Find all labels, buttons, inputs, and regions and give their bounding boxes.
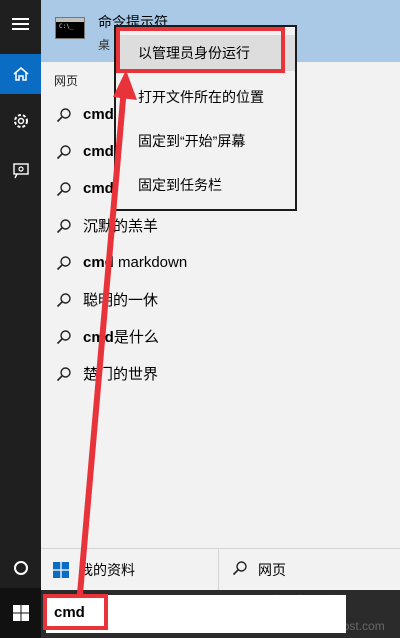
- annotation-arrow: [77, 70, 137, 597]
